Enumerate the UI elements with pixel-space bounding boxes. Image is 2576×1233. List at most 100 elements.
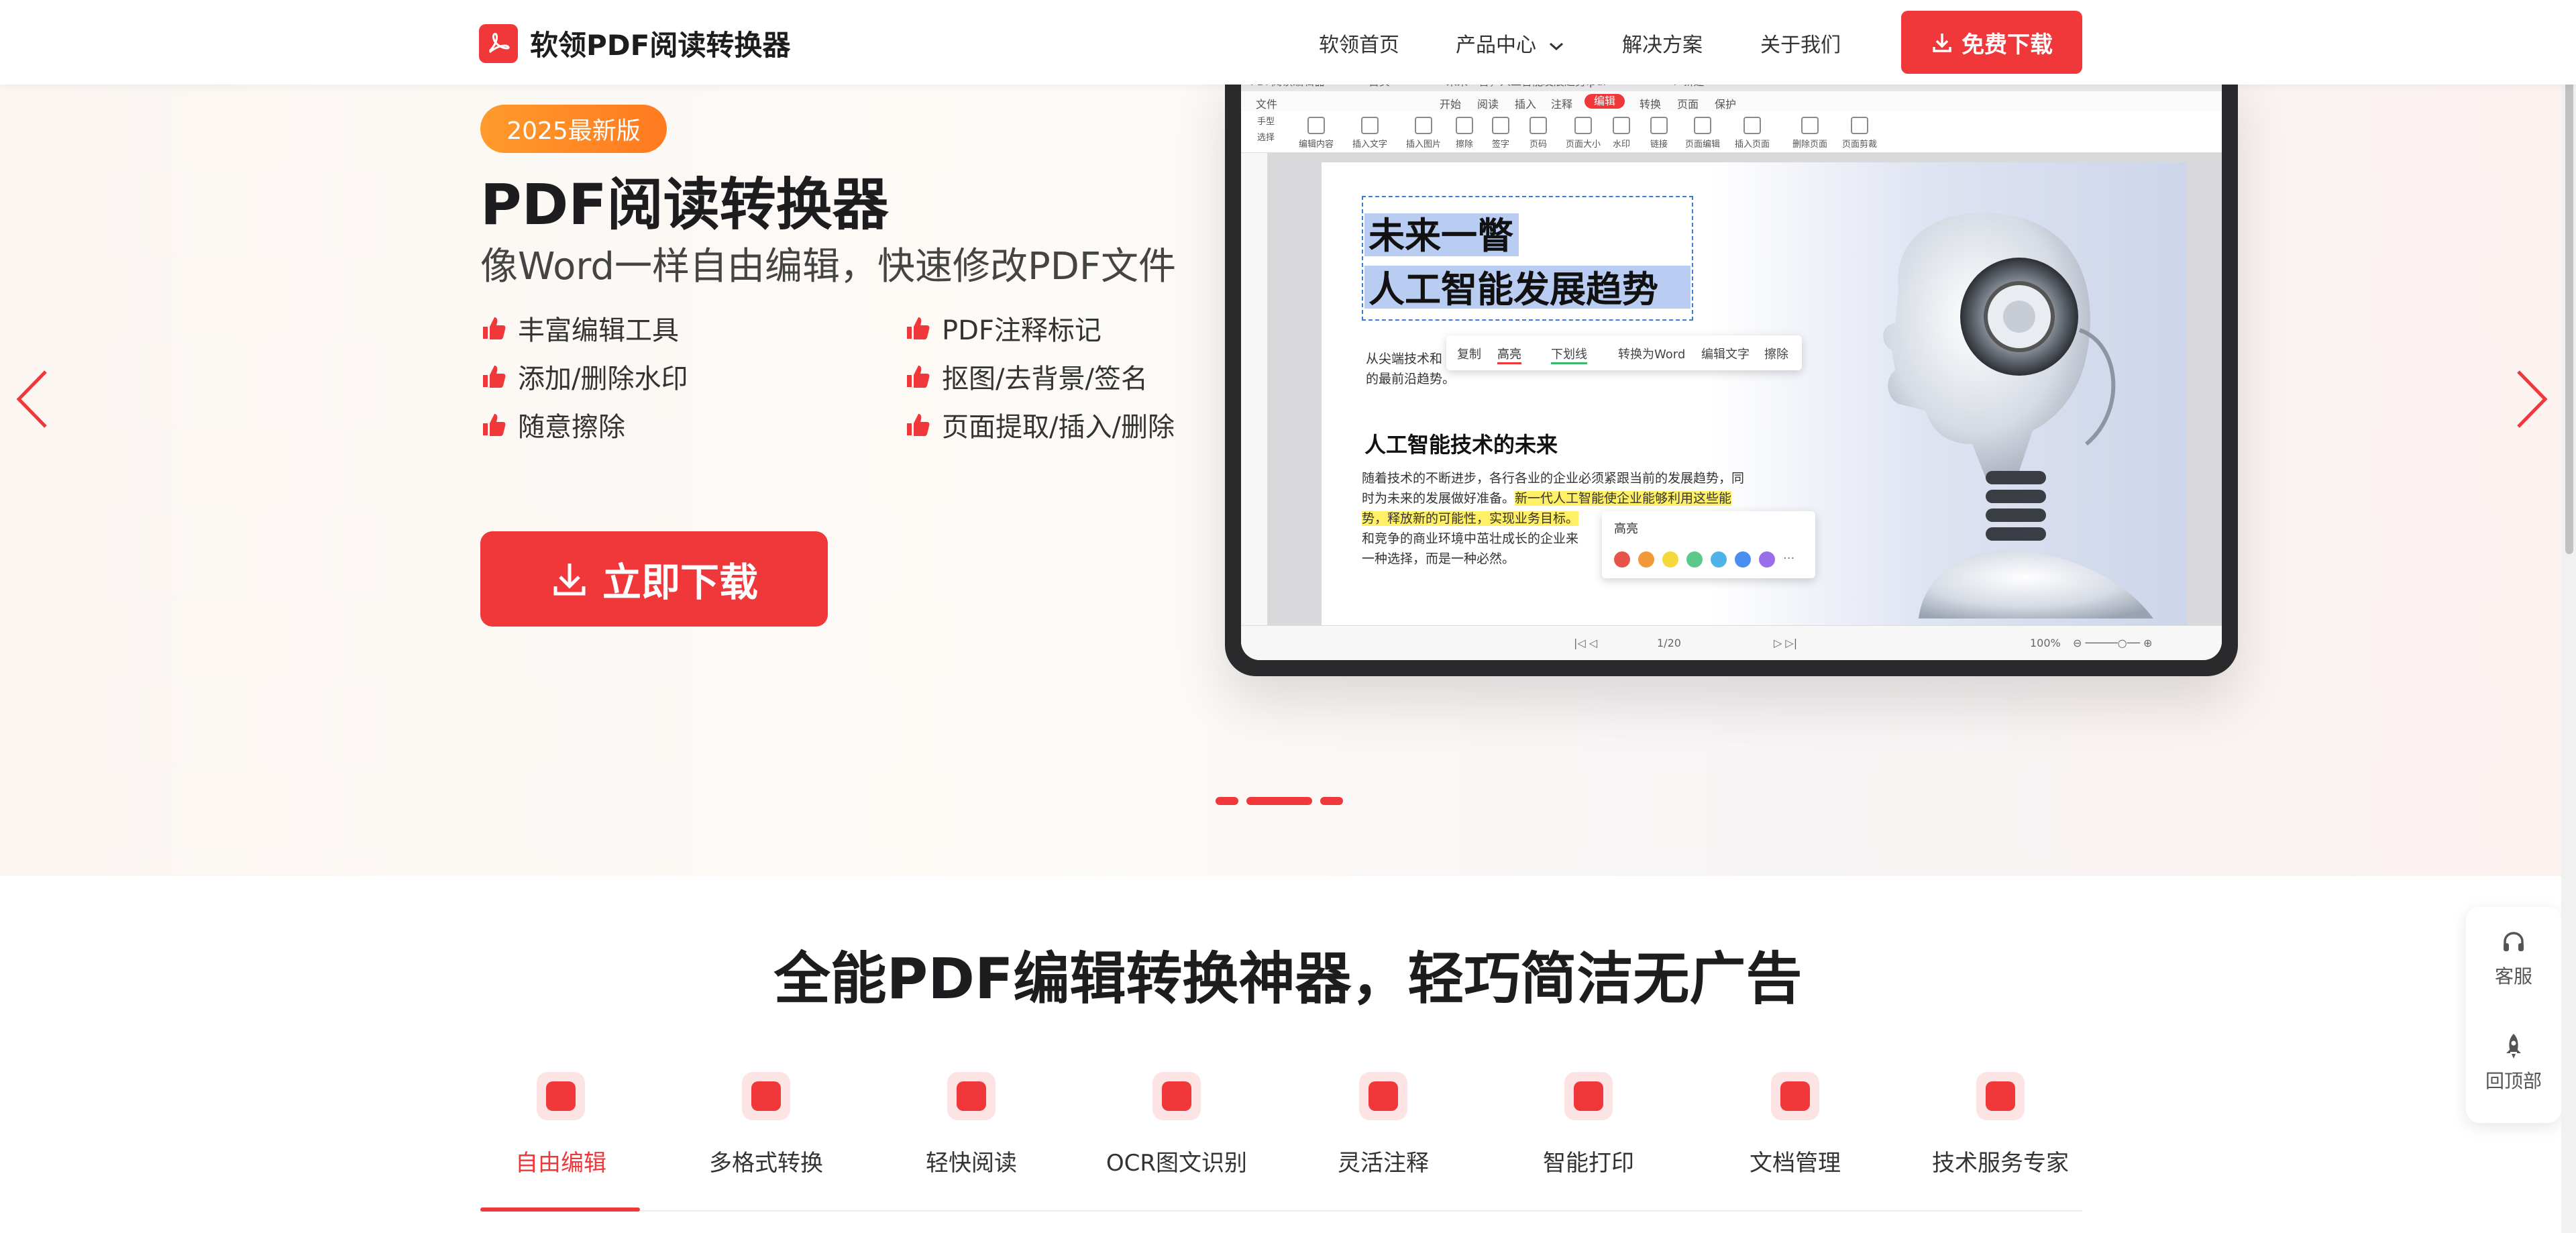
edit-icon: [537, 1072, 585, 1120]
robot-head-illustration: [1883, 212, 2153, 619]
nav-products-label: 产品中心: [1456, 34, 1536, 57]
ctx-item: 编辑文字: [1701, 347, 1750, 362]
badge-check-icon: [1976, 1072, 2025, 1120]
nav-solutions[interactable]: 解决方案: [1622, 28, 1703, 58]
tool-select: 选择: [1257, 133, 1275, 143]
tool-button: 编辑内容: [1299, 117, 1334, 150]
tablet-mockup: PDF阅读编辑器 首页 未来一瞥，人工智能发展趋势.pdf + 新建 — ☐ ✕…: [1225, 67, 2238, 676]
doc-title: 未来一瞥 人工智能发展趋势: [1368, 215, 1658, 311]
feature-item: 丰富编辑工具: [480, 309, 679, 347]
feature-item: 抠图/去背景/签名: [904, 357, 1148, 396]
feature-label: PDF注释标记: [942, 315, 1102, 346]
site-header: 软领PDF阅读转换器 软领首页 产品中心 解决方案 关于我们 免费下载: [0, 0, 2576, 85]
tool-hand: 手型: [1257, 117, 1275, 127]
carousel-dots: [1216, 797, 1343, 805]
tool-button: 页面剪裁: [1842, 117, 1877, 150]
tab-annotate[interactable]: 灵活注释: [1296, 1072, 1470, 1177]
tab-ocr[interactable]: OCR图文识别: [1089, 1072, 1264, 1177]
scrollbar-thumb[interactable]: [2565, 4, 2573, 554]
tab-free-edit[interactable]: 自由编辑: [474, 1072, 648, 1177]
color-swatch: [1638, 551, 1654, 568]
feature-item: PDF注释标记: [904, 309, 1102, 347]
thumbs-up-icon: [483, 414, 506, 436]
color-swatch: [1662, 551, 1678, 568]
book-icon: [947, 1072, 996, 1120]
doc-section-heading: 人工智能技术的未来: [1364, 432, 1558, 458]
thumbs-up-icon: [907, 366, 930, 388]
tab-tech-support[interactable]: 技术服务专家: [1913, 1072, 2088, 1177]
tool-button: 页面大小: [1566, 117, 1601, 150]
back-to-top-button[interactable]: 回顶部: [2466, 1032, 2561, 1093]
logo[interactable]: 软领PDF阅读转换器: [479, 23, 790, 64]
download-icon: [1933, 34, 1951, 52]
tool-button: 擦除: [1456, 117, 1473, 150]
tab-label: 灵活注释: [1338, 1150, 1429, 1177]
zoom-slider: ⊖ ─────○── ⊕: [2073, 637, 2153, 649]
nav-home[interactable]: 软领首页: [1319, 28, 1399, 58]
free-download-button[interactable]: 免费下载: [1901, 11, 2082, 74]
ctx-item: 下划线: [1551, 345, 1587, 364]
feature-label: 随意擦除: [518, 412, 625, 443]
more-icon: ···: [1783, 551, 1795, 566]
download-now-button[interactable]: 立即下载: [480, 531, 828, 627]
feature-label: 丰富编辑工具: [518, 315, 679, 346]
tool-button: 页码: [1529, 117, 1547, 150]
tab-format-convert[interactable]: 多格式转换: [679, 1072, 853, 1177]
free-download-label: 免费下载: [1962, 31, 2053, 58]
tab-label: OCR图文识别: [1106, 1150, 1248, 1177]
ribbon-item: 文件: [1256, 98, 1278, 111]
tool-button: 删除页面: [1792, 117, 1827, 150]
tool-button: 链接: [1650, 117, 1668, 150]
pdf-logo-icon: [479, 23, 518, 63]
tool-button: 页面编辑: [1685, 117, 1720, 150]
download-now-label: 立即下载: [602, 559, 758, 605]
thumbs-up-icon: [483, 366, 506, 388]
active-tab-underline: [480, 1208, 640, 1212]
feature-label: 抠图/去背景/签名: [942, 364, 1148, 394]
page-nav-icons: |◁ ◁: [1574, 637, 1598, 649]
carousel-prev-arrow-icon[interactable]: [13, 369, 54, 429]
ribbon-item: 转换: [1640, 98, 1662, 111]
headset-icon: [2504, 932, 2524, 951]
highlight-color-popup: 高亮 ···: [1602, 511, 1815, 578]
app-statusbar: |◁ ◁ 1/20 ▷ ▷| 100% ⊖ ─────○── ⊕: [1241, 625, 2222, 660]
tool-button: 水印: [1613, 117, 1630, 150]
tab-print[interactable]: 智能打印: [1501, 1072, 1676, 1177]
doc-intro: 从尖端技术和 的最前沿趋势。: [1366, 352, 1456, 386]
tab-label: 轻快阅读: [926, 1150, 1017, 1177]
tab-label: 智能打印: [1543, 1150, 1634, 1177]
tab-reading[interactable]: 轻快阅读: [884, 1072, 1059, 1177]
carousel-next-arrow-icon[interactable]: [2510, 369, 2551, 429]
service-label: 客服: [2494, 965, 2532, 987]
ribbon-item: 插入: [1515, 98, 1537, 111]
ctx-item: 复制: [1457, 347, 1481, 362]
thumbs-up-icon: [907, 414, 930, 436]
carousel-dot[interactable]: [1216, 797, 1238, 805]
chevron-down-icon: [1549, 42, 1563, 51]
floating-side-panel: 客服 回顶部: [2466, 907, 2561, 1123]
rocket-icon: [2506, 1034, 2521, 1059]
app-toolbar: 手型 选择 编辑内容 插入文字 插入图片 擦除 签字 页码 页面大小 水印 链接…: [1241, 111, 2222, 153]
tab-label: 多格式转换: [709, 1150, 823, 1177]
carousel-dot[interactable]: [1320, 797, 1343, 805]
feature-item: 随意擦除: [480, 405, 625, 444]
ctx-item: 高亮: [1497, 345, 1521, 364]
nav-about[interactable]: 关于我们: [1760, 28, 1841, 58]
tool-button: 插入图片: [1406, 117, 1441, 150]
tab-doc-manage[interactable]: 文档管理: [1708, 1072, 1882, 1177]
carousel-dot-active[interactable]: [1246, 797, 1312, 805]
nav-products[interactable]: 产品中心: [1456, 28, 1564, 58]
folder-icon: [1771, 1072, 1819, 1120]
customer-service-button[interactable]: 客服: [2466, 930, 2561, 989]
section-title: 全能PDF编辑转换神器，轻巧简洁无广告: [773, 946, 1803, 1012]
thumbs-up-icon: [483, 317, 506, 339]
app-ribbon: 文件 开始 阅读 插入 注释 编辑 转换 页面 保护: [1241, 91, 2222, 111]
document-area: 未来一瞥 人工智能发展趋势 从尖端技术和 的最前沿趋势。 复制 高亮 下划线 转…: [1268, 153, 2222, 625]
page-scrollbar[interactable]: [2561, 0, 2576, 1233]
ctx-item: 擦除: [1764, 347, 1788, 362]
feature-item: 添加/删除水印: [480, 357, 688, 396]
ribbon-item-active: 编辑: [1585, 94, 1625, 109]
hero-subtitle: 像Word一样自由编辑，快速修改PDF文件: [480, 245, 1177, 288]
color-swatch: [1711, 551, 1727, 568]
context-menu: 复制 高亮 下划线 转换为Word 编辑文字 擦除: [1446, 335, 1802, 370]
